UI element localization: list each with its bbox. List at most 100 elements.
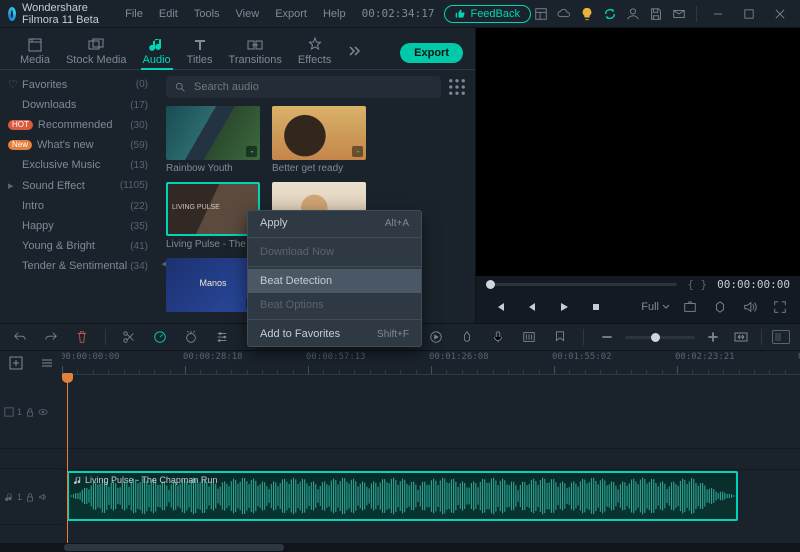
track-options-icon[interactable] bbox=[39, 355, 55, 371]
voiceover-icon[interactable] bbox=[488, 327, 508, 347]
save-icon[interactable] bbox=[646, 4, 666, 24]
audio-lane[interactable]: Living Pulse - The Chapman Run bbox=[62, 469, 800, 525]
app-title: Wondershare Filmora 11 Beta bbox=[22, 2, 105, 26]
sidebar-sound-effect[interactable]: ▸Sound Effect(1105) bbox=[0, 175, 158, 196]
ctx-add-favorites[interactable]: Add to FavoritesShift+F bbox=[248, 322, 421, 346]
mute-icon[interactable] bbox=[38, 492, 48, 502]
sidebar-happy[interactable]: Happy(35) bbox=[0, 216, 158, 236]
search-input-wrap[interactable] bbox=[166, 76, 441, 98]
video-lane[interactable] bbox=[62, 375, 800, 449]
volume-icon[interactable] bbox=[740, 297, 760, 317]
stop-icon[interactable] bbox=[586, 297, 606, 317]
menu-edit[interactable]: Edit bbox=[153, 6, 184, 22]
sidebar-exclusive-music[interactable]: Exclusive Music(13) bbox=[0, 155, 158, 175]
render-icon[interactable] bbox=[426, 327, 446, 347]
chevron-right-icon: ▸ bbox=[8, 179, 17, 192]
zoom-slider[interactable] bbox=[625, 336, 695, 339]
audio-card[interactable]: Rainbow Youth bbox=[166, 106, 260, 174]
record-icon[interactable] bbox=[457, 327, 477, 347]
close-button[interactable] bbox=[766, 4, 794, 24]
sidebar-whats-new[interactable]: NewWhat's new(59) bbox=[0, 135, 158, 155]
grid-view-icon[interactable] bbox=[447, 77, 467, 97]
adjust-icon[interactable] bbox=[212, 327, 232, 347]
feedback-button[interactable]: FeedBack bbox=[444, 5, 531, 23]
menu-file[interactable]: File bbox=[119, 6, 149, 22]
sidebar-recommended[interactable]: HOTRecommended(30) bbox=[0, 115, 158, 135]
audio-track-header[interactable]: 1 bbox=[0, 469, 62, 525]
audio-clip[interactable]: Living Pulse - The Chapman Run bbox=[67, 471, 738, 521]
timeline-ruler[interactable]: 00:00:00:0000:00:28:1800:00:57:1300:01:2… bbox=[62, 351, 800, 375]
split-icon[interactable] bbox=[119, 327, 139, 347]
preview-progress[interactable] bbox=[486, 283, 677, 286]
prev-frame-icon[interactable] bbox=[490, 297, 510, 317]
timeline-playhead[interactable] bbox=[67, 375, 68, 543]
tabs-more-icon[interactable] bbox=[341, 37, 369, 65]
play-backward-icon[interactable] bbox=[522, 297, 542, 317]
chevron-down-icon bbox=[662, 303, 670, 311]
video-track-header[interactable]: 1 bbox=[0, 375, 62, 449]
mail-icon[interactable] bbox=[669, 4, 689, 24]
link-icon bbox=[4, 407, 14, 417]
audio-card[interactable] bbox=[166, 258, 260, 315]
zoom-out-icon[interactable] bbox=[597, 327, 617, 347]
marker-icon[interactable] bbox=[710, 297, 730, 317]
ctx-download-now: Download Now bbox=[248, 240, 421, 264]
audio-card-selected[interactable]: Living Pulse - The Chapman Run bbox=[166, 182, 260, 250]
minimize-button[interactable] bbox=[704, 4, 732, 24]
ctx-apply[interactable]: ApplyAlt+A bbox=[248, 211, 421, 235]
timeline-lanes[interactable]: Living Pulse - The Chapman Run bbox=[62, 375, 800, 543]
menu-tools[interactable]: Tools bbox=[188, 6, 226, 22]
zoom-in-icon[interactable] bbox=[703, 327, 723, 347]
lock-icon[interactable] bbox=[25, 407, 35, 417]
layout-icon[interactable] bbox=[531, 4, 551, 24]
download-icon[interactable] bbox=[352, 146, 363, 157]
timeline-overview[interactable] bbox=[772, 330, 790, 344]
play-icon[interactable] bbox=[554, 297, 574, 317]
search-input[interactable] bbox=[192, 80, 433, 94]
library-tabs: Media Stock Media Audio Titles Transitio… bbox=[0, 28, 475, 70]
ctx-beat-detection[interactable]: Beat Detection bbox=[248, 269, 421, 293]
export-button[interactable]: Export bbox=[400, 43, 463, 63]
sidebar-intro[interactable]: Intro(22) bbox=[0, 196, 158, 216]
tab-media[interactable]: Media bbox=[12, 34, 58, 69]
mixer-icon[interactable] bbox=[519, 327, 539, 347]
menu-view[interactable]: View bbox=[230, 6, 266, 22]
cloud-icon[interactable] bbox=[554, 4, 574, 24]
updates-icon[interactable] bbox=[600, 4, 620, 24]
tips-icon[interactable] bbox=[577, 4, 597, 24]
eye-icon[interactable] bbox=[38, 407, 48, 417]
tab-audio[interactable]: Audio bbox=[135, 34, 179, 69]
crop-icon[interactable] bbox=[181, 327, 201, 347]
account-icon[interactable] bbox=[623, 4, 643, 24]
tab-transitions[interactable]: Transitions bbox=[221, 34, 290, 69]
audio-card[interactable]: Better get ready bbox=[272, 106, 366, 174]
redo-icon[interactable] bbox=[41, 327, 61, 347]
undo-icon[interactable] bbox=[10, 327, 30, 347]
download-icon[interactable] bbox=[246, 146, 257, 157]
tab-effects[interactable]: Effects bbox=[290, 34, 339, 69]
tab-titles[interactable]: Titles bbox=[179, 34, 221, 69]
delete-icon[interactable] bbox=[72, 327, 92, 347]
tab-stock-media[interactable]: Stock Media bbox=[58, 34, 135, 69]
preview-quality-select[interactable]: Full bbox=[641, 301, 670, 313]
new-badge: New bbox=[8, 140, 32, 150]
marker-braces: { } bbox=[687, 278, 707, 291]
sidebar-tender-sentimental[interactable]: Tender & Sentimental(34) bbox=[0, 256, 158, 276]
zoom-fit-icon[interactable] bbox=[731, 327, 751, 347]
title-bar: Wondershare Filmora 11 Beta File Edit To… bbox=[0, 0, 800, 28]
speed-icon[interactable] bbox=[150, 327, 170, 347]
marker-add-icon[interactable] bbox=[550, 327, 570, 347]
lock-icon[interactable] bbox=[25, 492, 35, 502]
menu-export[interactable]: Export bbox=[269, 6, 313, 22]
sidebar-young-bright[interactable]: Young & Bright(41) bbox=[0, 236, 158, 256]
track-add-icon[interactable] bbox=[8, 355, 24, 371]
snapshot-icon[interactable] bbox=[680, 297, 700, 317]
timeline-scrollbar[interactable] bbox=[0, 543, 800, 552]
heart-icon: ♡ bbox=[8, 78, 17, 91]
maximize-button[interactable] bbox=[735, 4, 763, 24]
preview-viewport[interactable] bbox=[476, 28, 800, 276]
sidebar-downloads[interactable]: Downloads(17) bbox=[0, 95, 158, 115]
menu-help[interactable]: Help bbox=[317, 6, 352, 22]
fullscreen-icon[interactable] bbox=[770, 297, 790, 317]
sidebar-favorites[interactable]: ♡Favorites(0) bbox=[0, 74, 158, 95]
